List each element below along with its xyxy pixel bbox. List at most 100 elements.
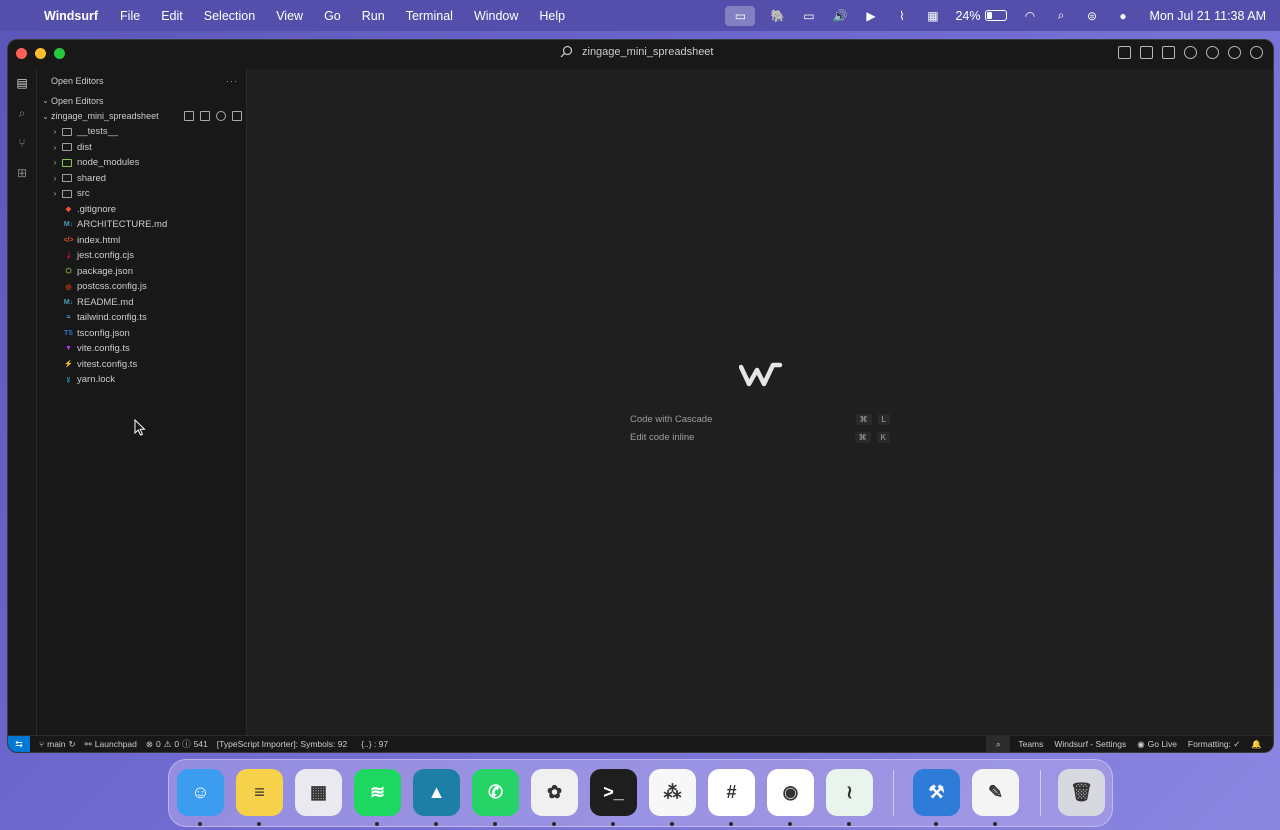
minimize-window-button[interactable] (35, 48, 46, 59)
file-item[interactable]: ◎ postcss.config.js (37, 279, 246, 295)
folder-item[interactable]: › __tests__ (37, 124, 246, 140)
drive-icon[interactable]: ▲ (413, 769, 460, 816)
windsurf-status-icon[interactable] (1184, 46, 1197, 59)
file-label: tailwind.config.ts (77, 312, 147, 324)
folder-item[interactable]: › src (37, 186, 246, 202)
importer-status[interactable]: [TypeScript Importer]: Symbols: 92 (217, 739, 347, 749)
check-icon[interactable] (1228, 46, 1241, 59)
file-label: ARCHITECTURE.md (77, 219, 168, 231)
source-control-icon[interactable]: ⑂ (14, 135, 30, 151)
bell-icon[interactable]: 🔔 (1251, 739, 1262, 750)
control-center-icon[interactable]: ⊜ (1083, 9, 1100, 23)
file-item[interactable]: ◆ .gitignore (37, 202, 246, 218)
terminal-icon[interactable]: >_ (590, 769, 637, 816)
notes-icon[interactable]: ≡ (236, 769, 283, 816)
file-item[interactable]: ⚡ vitest.config.ts (37, 357, 246, 373)
spotify-icon[interactable]: ≋ (354, 769, 401, 816)
shortcut-keys: ⌘ K (854, 431, 890, 443)
project-root[interactable]: ⌄ zingage_mini_spreadsheet (37, 109, 246, 125)
menu-terminal[interactable]: Terminal (406, 9, 453, 23)
search-icon[interactable]: ⌕ (14, 105, 30, 121)
menubar-clock[interactable]: Mon Jul 21 11:38 AM (1149, 9, 1266, 23)
new-folder-icon[interactable] (200, 111, 210, 122)
volume-icon[interactable]: 🔊 (831, 9, 848, 23)
file-item[interactable]: ɣ yarn.lock (37, 372, 246, 388)
refresh-icon[interactable] (216, 111, 226, 122)
menu-go[interactable]: Go (324, 9, 341, 23)
folder-icon (62, 143, 72, 152)
screen-share-icon[interactable]: ▭ (725, 5, 756, 26)
battery-percent: 24% (955, 8, 981, 23)
menu-edit[interactable]: Edit (161, 9, 183, 23)
siri-icon[interactable]: ● (1114, 9, 1131, 23)
windsurf-icon[interactable]: ≀ (826, 769, 873, 816)
customize-layout-icon[interactable] (1118, 46, 1131, 59)
slack-icon[interactable]: # (708, 769, 755, 816)
extensions-icon[interactable]: ⊞ (14, 165, 30, 181)
formatting-status[interactable]: Formatting: ✓ (1188, 739, 1240, 750)
battery-status[interactable]: 24% (955, 8, 1008, 23)
hint-cascade[interactable]: Code with Cascade ⌘ L (630, 410, 890, 428)
command-center[interactable]: zingage_mini_spreadsheet (560, 45, 713, 58)
launchpad-icon[interactable]: ▦ (295, 769, 342, 816)
menu-selection[interactable]: Selection (204, 9, 255, 23)
file-item[interactable]: ≈ tailwind.config.ts (37, 310, 246, 326)
new-file-icon[interactable] (184, 111, 194, 122)
braces-status[interactable]: {..} : 97 (361, 739, 388, 749)
launchpad-status[interactable]: ⚯ Launchpad (85, 739, 137, 750)
markdown-icon: M↓ (63, 298, 74, 306)
toggle-panel-icon[interactable] (1162, 46, 1175, 59)
account-icon[interactable] (1250, 46, 1263, 59)
toggle-sidebar-icon[interactable] (1140, 46, 1153, 59)
file-item[interactable]: </> index.html (37, 233, 246, 249)
hint-edit-inline[interactable]: Edit code inline ⌘ K (630, 428, 890, 446)
wifi-icon[interactable]: ◠ (1021, 9, 1038, 23)
chatgpt-icon[interactable]: ✿ (531, 769, 578, 816)
teams-status[interactable]: Teams (1018, 739, 1043, 749)
display-icon[interactable]: ▭ (800, 9, 817, 23)
menu-file[interactable]: File (120, 9, 140, 23)
open-editors-section[interactable]: ⌄ Open Editors (37, 93, 246, 109)
settings-status[interactable]: Windsurf - Settings (1054, 739, 1126, 749)
running-indicator (198, 822, 202, 826)
file-item[interactable]: ʝ jest.config.cjs (37, 248, 246, 264)
problems-status[interactable]: ⊗ 0 ⚠ 0 ⓘ 541 (146, 738, 208, 750)
asana-icon[interactable]: ⁂ (649, 769, 696, 816)
editor-area[interactable]: Code with Cascade ⌘ L Edit code inline ⌘… (248, 69, 1273, 735)
menu-window[interactable]: Window (474, 9, 518, 23)
xcode-icon[interactable]: ⚒ (913, 769, 960, 816)
folder-item[interactable]: › dist (37, 140, 246, 156)
menu-run[interactable]: Run (362, 9, 385, 23)
windsurf-window: zingage_mini_spreadsheet ▤ ⌕ ⑂ ⊞ Open Ed… (7, 39, 1274, 753)
chrome-icon[interactable]: ◉ (767, 769, 814, 816)
file-item[interactable]: TS tsconfig.json (37, 326, 246, 342)
remote-indicator-icon[interactable]: ⇆ (8, 735, 30, 752)
app-menu[interactable]: Windsurf (44, 9, 98, 23)
close-window-button[interactable] (16, 48, 27, 59)
folder-item[interactable]: › shared (37, 171, 246, 187)
zoom-icon[interactable]: ⌕ (986, 735, 1011, 752)
textedit-icon[interactable]: ✎ (972, 769, 1019, 816)
calendar-icon[interactable]: ▦ (924, 9, 941, 23)
maximize-window-button[interactable] (54, 48, 65, 59)
gear-icon[interactable] (1206, 46, 1219, 59)
file-item[interactable]: M↓ README.md (37, 295, 246, 311)
menu-view[interactable]: View (276, 9, 303, 23)
branch-status[interactable]: ⑂ main ↻ (39, 739, 76, 750)
collapse-all-icon[interactable] (232, 111, 242, 122)
file-item[interactable]: ⬡ package.json (37, 264, 246, 280)
elephant-icon[interactable]: 🐘 (769, 9, 786, 23)
go-live-status[interactable]: ◉ Go Live (1137, 739, 1177, 750)
whatsapp-icon[interactable]: ✆ (472, 769, 519, 816)
finder-icon[interactable]: ☺ (177, 769, 224, 816)
file-item[interactable]: M↓ ARCHITECTURE.md (37, 217, 246, 233)
network-icon[interactable]: ⌇ (893, 9, 910, 23)
spotlight-icon[interactable]: ⌕ (1052, 8, 1069, 23)
folder-item[interactable]: › node_modules (37, 155, 246, 171)
more-actions-icon[interactable]: ··· (226, 76, 238, 86)
play-icon[interactable]: ▶ (862, 9, 879, 23)
file-item[interactable]: ▼ vite.config.ts (37, 341, 246, 357)
explorer-icon[interactable]: ▤ (14, 75, 30, 91)
menu-help[interactable]: Help (539, 9, 565, 23)
trash-icon[interactable]: 🗑 (1058, 769, 1105, 816)
